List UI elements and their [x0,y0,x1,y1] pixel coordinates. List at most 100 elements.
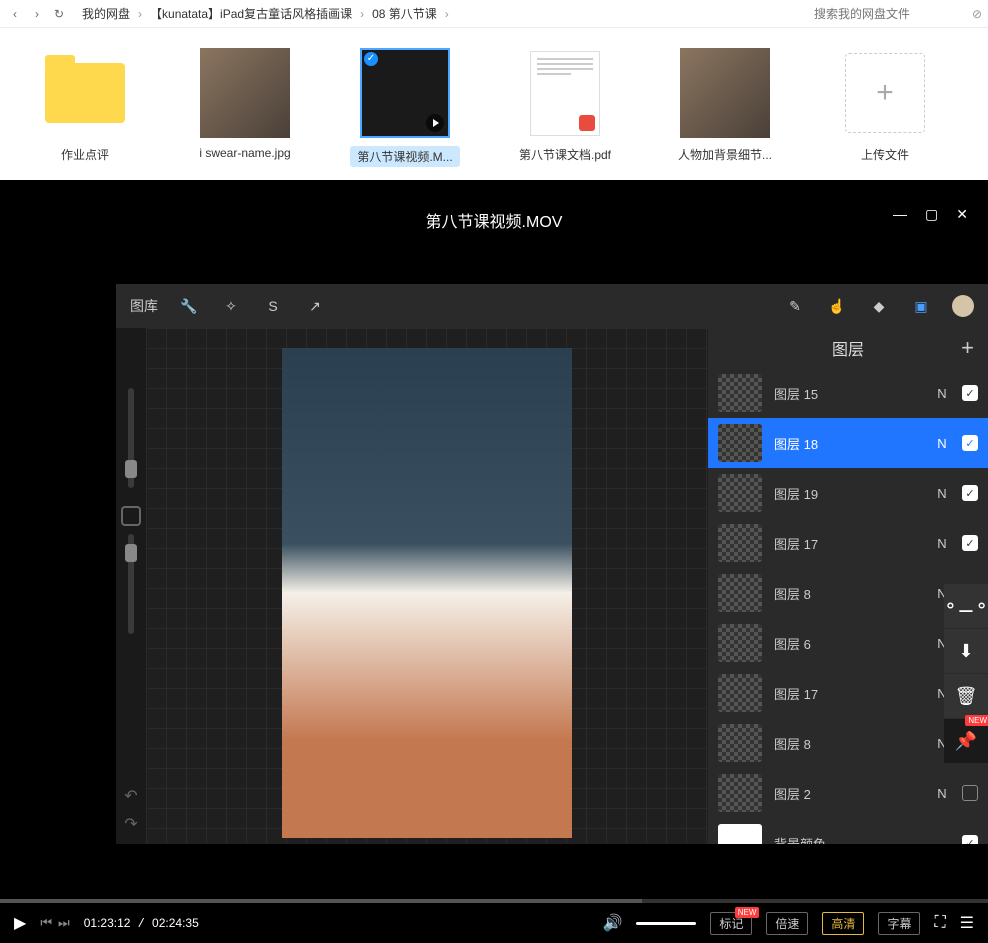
crumb-1[interactable]: 【kunatata】iPad复古童话风格插画课 [146,5,356,22]
wrench-icon[interactable]: 🔧 [178,295,200,317]
nav-forward[interactable]: › [28,5,46,23]
fullscreen-button[interactable]: ⛶ [934,914,945,932]
visibility-checkbox[interactable]: ✓ [962,485,978,501]
next-button[interactable]: ⏭ [58,915,70,931]
close-button[interactable]: ✕ [956,206,968,223]
layers-icon[interactable]: ▣ [910,295,932,317]
file-grid: 作业点评 i swear-name.jpg 第八节课视频.M... 第八节课文档… [0,28,988,180]
quality-button[interactable]: 高清 [822,912,864,935]
visibility-checkbox[interactable] [962,785,978,801]
image-thumbnail [200,48,290,138]
layer-thumbnail [718,774,762,812]
left-sidebar: ↶ ↷ [116,328,146,844]
file-item-folder[interactable]: 作业点评 [30,48,140,160]
download-button[interactable]: ⬇ [944,629,988,673]
folder-icon [45,63,125,123]
eraser-icon[interactable]: ◆ [868,295,890,317]
redo-button[interactable]: ↷ [124,814,137,834]
video-player: 第八节课视频.MOV — ▢ ✕ 图库 🔧 ✧ S ↗ ✎ ☝ ◆ ▣ ↶ [0,180,988,943]
pin-button[interactable]: 📌NEW [944,719,988,763]
brush-icon[interactable]: ✎ [784,295,806,317]
layer-name: 图层 17 [774,684,922,703]
volume-icon[interactable]: 🔊 [602,913,622,933]
file-item-upload[interactable]: + 上传文件 [830,48,940,160]
subtitle-button[interactable]: 字幕 [878,912,920,935]
blend-mode[interactable]: N [934,786,950,801]
file-item-pdf[interactable]: 第八节课文档.pdf [510,48,620,160]
color-picker[interactable] [952,295,974,317]
visibility-checkbox[interactable]: ✓ [962,385,978,401]
breadcrumb: 我的网盘 › 【kunatata】iPad复古童话风格插画课 › 08 第八节课… [78,5,451,22]
wand-icon[interactable]: ✧ [220,295,242,317]
minimize-button[interactable]: — [893,206,907,223]
playlist-button[interactable]: ☰ [960,913,974,933]
layer-thumbnail [718,374,762,412]
layer-thumbnail [718,624,762,662]
search-input[interactable] [808,4,968,24]
background-layer-row[interactable]: 背景颜色 ✓ [708,818,988,844]
delete-button[interactable]: 🗑 [944,674,988,718]
play-button[interactable]: ▶ [14,913,26,933]
file-item-video-selected[interactable]: 第八节课视频.M... [350,48,460,160]
layer-name: 图层 6 [774,634,922,653]
layer-thumbnail [718,724,762,762]
blend-mode[interactable]: N [934,536,950,551]
maximize-button[interactable]: ▢ [925,206,938,223]
add-layer-button[interactable]: + [961,335,974,361]
visibility-checkbox[interactable]: ✓ [962,435,978,451]
layer-name: 图层 18 [774,434,922,453]
pdf-badge-icon [579,115,595,131]
layer-thumbnail [718,424,762,462]
brush-size-slider[interactable] [128,388,134,488]
layer-row[interactable]: 图层 15 N ✓ [708,368,988,418]
smudge-icon[interactable]: ☝ [826,295,848,317]
layer-name: 图层 8 [774,584,922,603]
layer-row[interactable]: 图层 18 N ✓ [708,418,988,468]
layer-thumbnail [718,824,762,844]
play-icon [426,114,444,132]
new-badge: NEW [965,715,988,726]
opacity-slider[interactable] [128,534,134,634]
select-icon[interactable]: S [262,295,284,317]
volume-slider[interactable] [636,922,696,925]
blend-mode[interactable]: N [934,386,950,401]
layer-row[interactable]: 图层 19 N ✓ [708,468,988,518]
modify-button[interactable] [121,506,141,526]
pdf-thumbnail [530,51,600,136]
image-thumbnail [680,48,770,138]
share-button[interactable]: ⚬⚊⚬ [944,584,988,628]
arrow-icon[interactable]: ↗ [304,295,326,317]
layer-row[interactable]: 图层 2 N [708,768,988,818]
visibility-checkbox[interactable]: ✓ [962,835,978,844]
layer-thumbnail [718,574,762,612]
search-clear-icon[interactable]: ⊘ [972,7,982,21]
crumb-2[interactable]: 08 第八节课 [368,5,441,22]
layers-title: 图层 [832,336,864,360]
layer-name: 图层 17 [774,534,922,553]
upload-icon: + [845,53,925,133]
layer-name: 图层 19 [774,484,922,503]
undo-button[interactable]: ↶ [124,786,137,806]
layer-thumbnail [718,524,762,562]
layer-name: 图层 8 [774,734,922,753]
nav-back[interactable]: ‹ [6,5,24,23]
prev-button[interactable]: ⏮ [40,915,52,931]
layer-thumbnail [718,674,762,712]
crumb-root[interactable]: 我的网盘 [78,5,134,22]
layer-name: 图层 15 [774,384,922,403]
visibility-checkbox[interactable]: ✓ [962,535,978,551]
nav-refresh[interactable]: ↻ [50,5,68,23]
gallery-button[interactable]: 图库 [130,296,158,316]
tag-button[interactable]: 标记NEW [710,912,752,935]
layer-name: 图层 2 [774,784,922,803]
file-item-image-2[interactable]: 人物加背景细节... [670,48,780,160]
blend-mode[interactable]: N [934,436,950,451]
canvas-area[interactable] [146,328,708,844]
blend-mode[interactable]: N [934,486,950,501]
procreate-screenshot: 图库 🔧 ✧ S ↗ ✎ ☝ ◆ ▣ ↶ ↷ [116,284,988,844]
layer-row[interactable]: 图层 17 N ✓ [708,518,988,568]
speed-button[interactable]: 倍速 [766,912,808,935]
file-item-image[interactable]: i swear-name.jpg [190,48,300,160]
layer-name: 背景颜色 [774,834,922,845]
video-thumbnail [360,48,450,138]
